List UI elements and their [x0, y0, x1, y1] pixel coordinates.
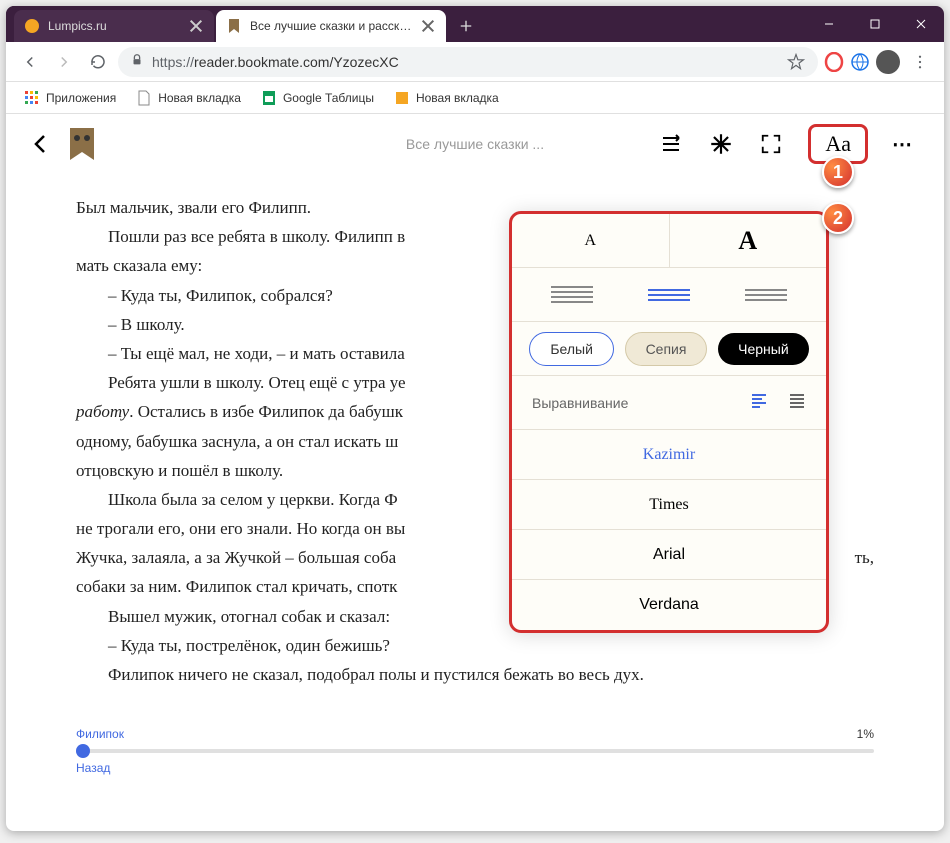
- close-button[interactable]: [898, 6, 944, 42]
- tab-favicon-lumpics: [24, 18, 40, 34]
- page-icon: [394, 90, 410, 106]
- progress-area: Филипок 1% Назад: [6, 715, 944, 795]
- annotation-badge-2: 2: [822, 202, 854, 234]
- close-icon[interactable]: [188, 18, 204, 34]
- minimize-button[interactable]: [806, 6, 852, 42]
- bookmate-logo[interactable]: [64, 126, 100, 162]
- fullscreen-button[interactable]: [758, 131, 784, 157]
- alignment-options: [750, 392, 806, 413]
- book-title: Все лучшие сказки ...: [406, 136, 544, 152]
- reader-back-button[interactable]: [26, 129, 56, 159]
- progress-back-link[interactable]: Назад: [76, 761, 874, 775]
- maximize-button[interactable]: [852, 6, 898, 42]
- new-tab-button[interactable]: [452, 12, 480, 40]
- window-controls: [806, 6, 944, 42]
- apps-button[interactable]: Приложения: [16, 86, 124, 110]
- font-size-increase[interactable]: A: [670, 214, 827, 267]
- lock-icon: [130, 53, 144, 70]
- address-bar: https://reader.bookmate.com/YzozecXC: [6, 42, 944, 82]
- more-button[interactable]: ⋯: [892, 132, 914, 157]
- titlebar: Lumpics.ru Все лучшие сказки и рассказы: [6, 6, 944, 42]
- bookmark-item[interactable]: Google Таблицы: [253, 86, 382, 110]
- chapter-name: Филипок: [76, 727, 124, 741]
- spacing-tight[interactable]: [551, 286, 593, 303]
- close-icon[interactable]: [420, 18, 436, 34]
- bookmark-label: Новая вкладка: [416, 91, 499, 105]
- forward-button[interactable]: [50, 48, 78, 76]
- progress-slider[interactable]: [76, 749, 874, 753]
- star-icon[interactable]: [786, 52, 806, 72]
- bookmark-label: Новая вкладка: [158, 91, 241, 105]
- paragraph: – Куда ты, пострелёнок, один бежишь?: [76, 632, 874, 659]
- annotation-badge-1: 1: [822, 156, 854, 188]
- reader-header: Все лучшие сказки ... Aa ⋯: [6, 114, 944, 174]
- theme-black-button[interactable]: Черный: [718, 333, 809, 365]
- tab-bookmate[interactable]: Все лучшие сказки и рассказы: [216, 10, 446, 42]
- page-icon: [136, 90, 152, 106]
- toc-button[interactable]: [658, 131, 684, 157]
- progress-labels: Филипок 1%: [76, 727, 874, 741]
- aa-label: Aa: [819, 129, 857, 158]
- tab-title: Lumpics.ru: [48, 19, 182, 33]
- bookmarks-bar: Приложения Новая вкладка Google Таблицы …: [6, 82, 944, 114]
- alignment-row: Выравнивание: [512, 376, 826, 430]
- font-kazimir[interactable]: Kazimir: [512, 430, 826, 480]
- progress-percent: 1%: [857, 727, 874, 741]
- paragraph: Филипок ничего не сказал, подобрал полы …: [76, 661, 874, 688]
- bookmark-item[interactable]: Новая вкладка: [386, 86, 507, 110]
- font-size-row: A A: [512, 214, 826, 268]
- globe-icon[interactable]: [850, 52, 870, 72]
- sheets-icon: [261, 90, 277, 106]
- url-input[interactable]: https://reader.bookmate.com/YzozecXC: [118, 47, 818, 77]
- tab-title: Все лучшие сказки и рассказы: [250, 19, 414, 33]
- font-verdana[interactable]: Verdana: [512, 580, 826, 630]
- spacing-wide[interactable]: [745, 289, 787, 301]
- font-size-decrease[interactable]: A: [512, 214, 670, 267]
- alignment-label: Выравнивание: [532, 395, 628, 411]
- font-arial[interactable]: Arial: [512, 530, 826, 580]
- browser-window: Lumpics.ru Все лучшие сказки и рассказы …: [6, 6, 944, 831]
- back-button[interactable]: [16, 48, 44, 76]
- spacing-medium[interactable]: [648, 289, 690, 301]
- opera-icon[interactable]: [824, 52, 844, 72]
- tab-strip: Lumpics.ru Все лучшие сказки и рассказы: [6, 6, 480, 42]
- url-text: https://reader.bookmate.com/YzozecXC: [152, 54, 778, 70]
- reload-button[interactable]: [84, 48, 112, 76]
- theme-white-button[interactable]: Белый: [529, 332, 614, 366]
- apps-icon: [24, 90, 40, 106]
- theme-sepia-button[interactable]: Сепия: [625, 332, 708, 366]
- align-left-icon[interactable]: [750, 392, 768, 413]
- line-spacing-row: [512, 268, 826, 322]
- slider-thumb[interactable]: [76, 744, 90, 758]
- bookmark-label: Приложения: [46, 91, 116, 105]
- font-times[interactable]: Times: [512, 480, 826, 530]
- font-settings-panel: A A Белый Сепия Черный Выравнивание Kazi…: [509, 211, 829, 633]
- profile-avatar[interactable]: [876, 50, 900, 74]
- menu-button[interactable]: [906, 48, 934, 76]
- bookmark-label: Google Таблицы: [283, 91, 374, 105]
- bookmark-item[interactable]: Новая вкладка: [128, 86, 249, 110]
- reader-toolbar: Aa ⋯: [658, 124, 914, 164]
- tab-favicon-bookmate: [226, 18, 242, 34]
- theme-row: Белый Сепия Черный: [512, 322, 826, 376]
- align-justify-icon[interactable]: [788, 392, 806, 413]
- bookmark-star-button[interactable]: [708, 131, 734, 157]
- tab-lumpics[interactable]: Lumpics.ru: [14, 10, 214, 42]
